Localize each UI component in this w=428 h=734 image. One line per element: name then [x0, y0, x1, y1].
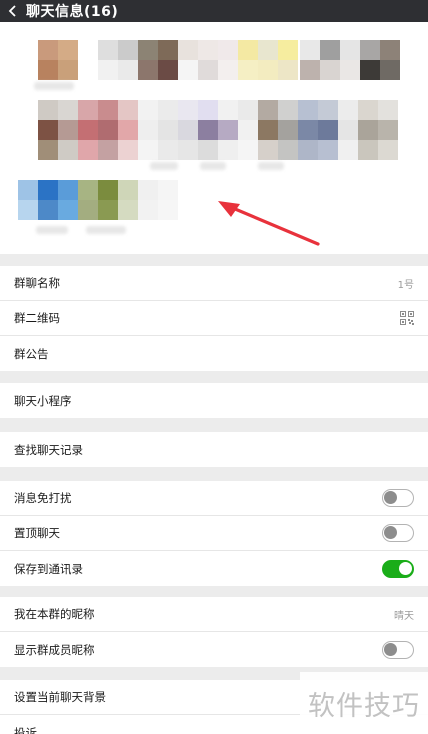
save-contacts-row[interactable]: 保存到通讯录: [0, 551, 428, 586]
show-nicknames-row[interactable]: 显示群成员昵称: [0, 632, 428, 667]
group-name-value: 1号: [397, 279, 414, 291]
group-name-label: 群聊名称: [14, 276, 60, 290]
group-notice-label: 群公告: [14, 346, 49, 361]
save-contacts-toggle[interactable]: [382, 559, 414, 578]
chat-settings-section: 消息免打扰 置顶聊天 保存到通讯录: [0, 481, 428, 586]
page-title: 聊天信息(16): [26, 4, 119, 20]
my-nickname-value: 晴天: [394, 610, 414, 622]
search-section: 查找聊天记录: [0, 432, 428, 467]
member-grid[interactable]: [0, 22, 428, 254]
chevron-left-icon: [8, 5, 16, 17]
back-button[interactable]: [0, 0, 26, 22]
my-nickname-label: 我在本群的昵称: [14, 607, 95, 621]
mute-toggle[interactable]: [382, 489, 414, 507]
my-nickname-row[interactable]: 我在本群的昵称 晴天: [0, 597, 428, 632]
group-qr-row[interactable]: 群二维码: [0, 301, 428, 336]
pin-chat-label: 置顶聊天: [14, 526, 60, 540]
report-label: 投诉: [14, 725, 37, 734]
mute-row[interactable]: 消息免打扰: [0, 481, 428, 516]
mini-program-section: 聊天小程序: [0, 383, 428, 418]
annotation-arrow-icon: [218, 201, 320, 246]
group-notice-row[interactable]: 群公告: [0, 336, 428, 371]
mini-program-row[interactable]: 聊天小程序: [0, 383, 428, 418]
show-nicknames-toggle[interactable]: [382, 640, 414, 659]
title-bar: 聊天信息(16): [0, 0, 428, 22]
pin-chat-row[interactable]: 置顶聊天: [0, 516, 428, 551]
save-contacts-label: 保存到通讯录: [14, 561, 83, 576]
group-name-row[interactable]: 群聊名称 1号: [0, 266, 428, 301]
search-history-row[interactable]: 查找聊天记录: [0, 432, 428, 467]
group-info-section: 群聊名称 1号 群二维码 群公告: [0, 266, 428, 371]
chat-background-label: 设置当前聊天背景: [14, 690, 106, 704]
mini-program-label: 聊天小程序: [14, 393, 72, 408]
watermark: 软件技巧: [300, 672, 428, 734]
mute-label: 消息免打扰: [14, 491, 72, 505]
search-history-label: 查找聊天记录: [14, 442, 83, 457]
group-qr-label: 群二维码: [14, 311, 60, 325]
nickname-section: 我在本群的昵称 晴天 显示群成员昵称: [0, 597, 428, 667]
pin-chat-toggle[interactable]: [382, 524, 414, 542]
show-nicknames-label: 显示群成员昵称: [14, 642, 95, 657]
qr-code-icon: [400, 311, 414, 325]
